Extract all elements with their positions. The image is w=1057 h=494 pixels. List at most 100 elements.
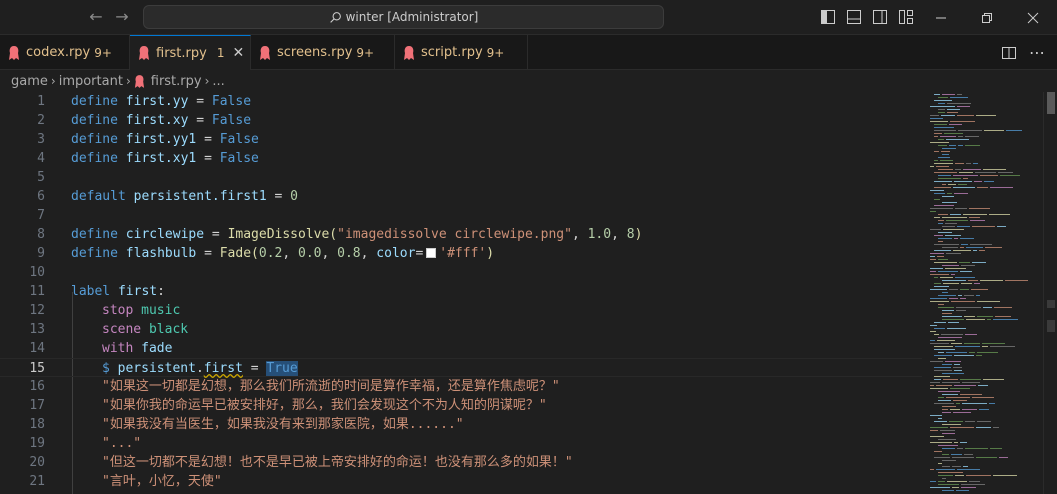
code-line[interactable]: 21 "言叶，小忆，天使"	[0, 472, 922, 491]
problem-badge: 9+	[94, 45, 112, 60]
code-line[interactable]: 19 "..."	[0, 434, 922, 453]
minimap-line	[949, 145, 956, 146]
minimize-button[interactable]	[918, 0, 964, 35]
minimap-line	[997, 226, 1006, 227]
minimap-line	[949, 124, 962, 125]
scrollbar-thumb[interactable]	[1047, 92, 1055, 114]
minimap-line	[938, 307, 954, 308]
breadcrumb-item[interactable]: important	[59, 74, 123, 89]
code-line[interactable]: 2 define first.xy = False	[0, 111, 922, 130]
minimap-line	[954, 193, 968, 194]
minimap-line	[934, 250, 951, 251]
breadcrumb-item[interactable]: game	[11, 74, 48, 89]
code-token: ,	[571, 227, 580, 242]
chevron-right-icon: ›	[204, 74, 210, 88]
command-center-search[interactable]: winter [Administrator]	[143, 5, 664, 29]
minimap-line	[938, 214, 948, 215]
minimap-line	[958, 295, 962, 296]
code-line[interactable]: 18 "如果我没有当医生，如果我没有来到那家医院，如果......"	[0, 415, 922, 434]
toggle-secondary-sidebar-icon[interactable]	[873, 10, 887, 24]
dialogue-string: "言叶，小忆，天使"	[102, 474, 222, 489]
close-window-button[interactable]	[1010, 0, 1056, 35]
customize-layout-icon[interactable]	[899, 10, 913, 24]
minimap-line	[977, 316, 993, 317]
minimap-line	[961, 265, 975, 266]
code-token: ,	[282, 246, 291, 261]
color-swatch[interactable]	[426, 248, 437, 258]
minimap-line	[942, 280, 966, 281]
code-line[interactable]: 6 default persistent.first1 = 0	[0, 187, 922, 206]
code-line[interactable]: 8 define circlewipe = ImageDissolve("imag…	[0, 225, 922, 244]
toggle-primary-sidebar-icon[interactable]	[821, 10, 835, 24]
code-line[interactable]: 11 label first:	[0, 282, 922, 301]
code-token: first.yy1	[125, 132, 197, 147]
code-line[interactable]: 5	[0, 168, 922, 187]
code-line-current[interactable]: 15 $ persistent.first = True	[0, 358, 922, 377]
code-line[interactable]: 1 define first.yy = False	[0, 92, 922, 111]
minimap-line	[977, 352, 998, 353]
minimap-line	[938, 109, 945, 110]
close-tab-icon[interactable]: ✕	[232, 45, 244, 61]
minimap-line	[934, 160, 938, 161]
minimap-line	[938, 259, 948, 260]
code-line[interactable]: 4 define first.xy1 = False	[0, 149, 922, 168]
minimap-line	[940, 277, 953, 278]
minimap-line	[960, 289, 969, 290]
code-token: False	[219, 151, 259, 166]
more-actions-icon[interactable]: ⋯	[1029, 45, 1045, 61]
minimap-line	[998, 172, 1013, 173]
minimap-line	[938, 472, 963, 473]
minimap-line	[972, 397, 994, 398]
minimap-line	[976, 355, 982, 356]
minimap-line	[942, 466, 950, 467]
code-line[interactable]: 20 "但这一切都不是幻想！也不是早已被上帝安排好的命运！也没有那么多的如果！"	[0, 453, 922, 472]
minimap-line	[949, 289, 958, 290]
minimap-line	[943, 283, 959, 284]
code-line[interactable]: 9 define flashbulb = Fade(0.2, 0.0, 0.8, …	[0, 244, 922, 263]
code-line[interactable]: 3 define first.yy1 = False	[0, 130, 922, 149]
minimap-line	[930, 106, 955, 107]
minimap-line	[946, 220, 968, 221]
minimap-line	[934, 355, 952, 356]
minimap-line	[930, 208, 953, 209]
vertical-scrollbar[interactable]	[1043, 92, 1057, 494]
minimap-line	[938, 232, 952, 233]
code-line[interactable]: 13 scene black	[0, 320, 922, 339]
split-editor-icon[interactable]	[1001, 45, 1017, 61]
minimap-line	[963, 178, 968, 179]
tab-first[interactable]: first.rpy 1 ✕	[130, 35, 251, 70]
code-token: Fade(	[219, 246, 259, 261]
code-editor[interactable]: 1 define first.yy = False 2 define first.x…	[0, 92, 922, 494]
minimap-line	[983, 379, 1004, 380]
breadcrumb-item[interactable]: first.rpy	[151, 74, 202, 89]
tab-script[interactable]: script.rpy 9+	[395, 35, 528, 70]
code-line[interactable]: 7	[0, 206, 922, 225]
minimap-line	[938, 223, 943, 224]
code-line[interactable]: 16 "如果这一切都是幻想，那么我们所流逝的时间是算作幸福，还是算作焦虑呢？"	[0, 377, 922, 396]
tab-codex[interactable]: codex.rpy 9+	[0, 35, 130, 70]
minimap-line	[979, 409, 989, 410]
minimap-line	[945, 361, 961, 362]
minimap-line	[942, 448, 955, 449]
code-line[interactable]: 10	[0, 263, 922, 282]
minimap-line	[938, 175, 951, 176]
minimap-line	[934, 244, 959, 245]
code-line[interactable]: 17 "如果你我的命运早已被安排好，那么，我们会发现这个不为人知的阴谋呢？"	[0, 396, 922, 415]
arrow-right-icon[interactable]: →	[113, 8, 131, 26]
minimap-line	[969, 217, 980, 218]
minimap-line	[961, 283, 972, 284]
minimap-line	[930, 487, 950, 488]
arrow-left-icon[interactable]: ←	[87, 8, 105, 26]
code-line[interactable]: 12 stop music	[0, 301, 922, 320]
code-token: )	[486, 246, 495, 261]
code-line[interactable]: 14 with fade	[0, 339, 922, 358]
minimap-line	[966, 319, 985, 320]
toggle-panel-icon[interactable]	[847, 10, 861, 24]
minimap[interactable]	[922, 92, 1043, 494]
code-token: black	[148, 322, 189, 337]
breadcrumb-item[interactable]: ...	[212, 74, 224, 89]
tab-screens[interactable]: screens.rpy 9+	[251, 35, 395, 70]
minimap-line	[958, 184, 967, 185]
code-token: 1.0	[587, 227, 612, 242]
restore-button[interactable]	[964, 0, 1010, 35]
